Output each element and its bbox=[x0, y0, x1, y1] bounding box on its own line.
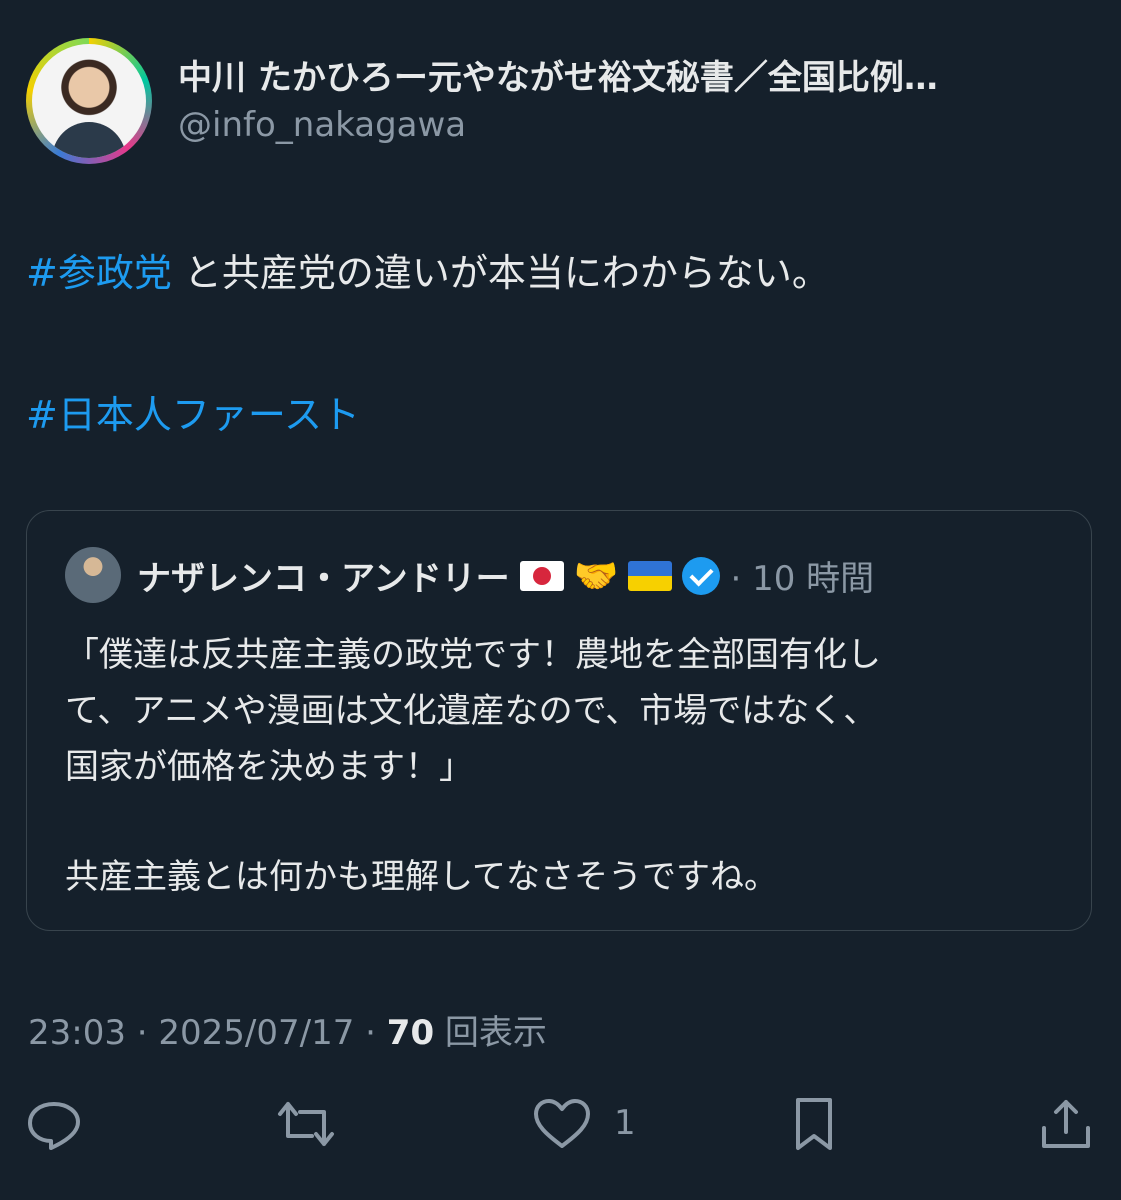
like-button[interactable] bbox=[532, 1096, 592, 1152]
quote-text-line: 共産主義とは何かも理解してなさそうですね。 bbox=[65, 857, 778, 897]
quote-header: ナザレンコ・アンドリー 🤝 · 10 時間 bbox=[137, 551, 874, 600]
verified-badge-icon bbox=[682, 556, 721, 595]
avatar-suit bbox=[52, 122, 126, 158]
views-label: 回表示 bbox=[434, 1013, 547, 1053]
hashtag-link[interactable]: #日本人ファースト bbox=[26, 393, 360, 437]
share-icon bbox=[1042, 1100, 1090, 1148]
reply-icon bbox=[28, 1102, 80, 1150]
ukraine-flag-icon bbox=[628, 560, 673, 591]
quote-text-line: 国家が価格を決めます！」 bbox=[65, 747, 473, 787]
like-count: 1 bbox=[614, 1103, 636, 1143]
japan-flag-icon bbox=[519, 560, 564, 591]
avatar-photo bbox=[32, 44, 146, 158]
views-count: 70 bbox=[386, 1013, 435, 1053]
quote-author-name[interactable]: ナザレンコ・アンドリー bbox=[137, 551, 510, 600]
retweet-button[interactable] bbox=[276, 1096, 336, 1152]
tweet-timestamp[interactable]: 23:03 · 2025/07/17 · bbox=[28, 1013, 387, 1053]
hashtag-link[interactable]: #参政党 bbox=[26, 251, 172, 295]
author-display-name[interactable]: 中川 たかひろー元やながせ裕文秘書／全国比例… bbox=[178, 50, 938, 99]
quote-author-avatar[interactable] bbox=[65, 547, 121, 603]
reply-button[interactable] bbox=[24, 1096, 84, 1152]
quote-timestamp[interactable]: · 10 時間 bbox=[730, 551, 874, 600]
quote-text-line: て、アニメや漫画は文化遺産なので、市場ではなく、 bbox=[65, 691, 878, 731]
share-button[interactable] bbox=[1036, 1096, 1096, 1152]
tweet-meta: 23:03 · 2025/07/17 · 70 回表示 bbox=[28, 1005, 547, 1054]
tweet-text-line-2: #日本人ファースト bbox=[26, 384, 360, 439]
tweet-text: と共産党の違いが本当にわからない。 bbox=[171, 251, 830, 295]
author-handle[interactable]: @info_nakagawa bbox=[178, 105, 466, 145]
handshake-icon: 🤝 bbox=[573, 555, 619, 597]
author-avatar[interactable] bbox=[26, 38, 152, 164]
like-icon bbox=[534, 1099, 590, 1148]
bookmark-icon bbox=[796, 1098, 832, 1150]
quote-text-line: 「僕達は反共産主義の政党です！農地を全部国有化し bbox=[65, 635, 881, 675]
quoted-tweet[interactable]: ナザレンコ・アンドリー 🤝 · 10 時間 「僕達は反共産主義の政党です！農地を… bbox=[26, 510, 1092, 931]
bookmark-button[interactable] bbox=[784, 1096, 844, 1152]
retweet-icon bbox=[278, 1102, 334, 1146]
tweet-text-line-1: #参政党 と共産党の違いが本当にわからない。 bbox=[26, 242, 830, 297]
